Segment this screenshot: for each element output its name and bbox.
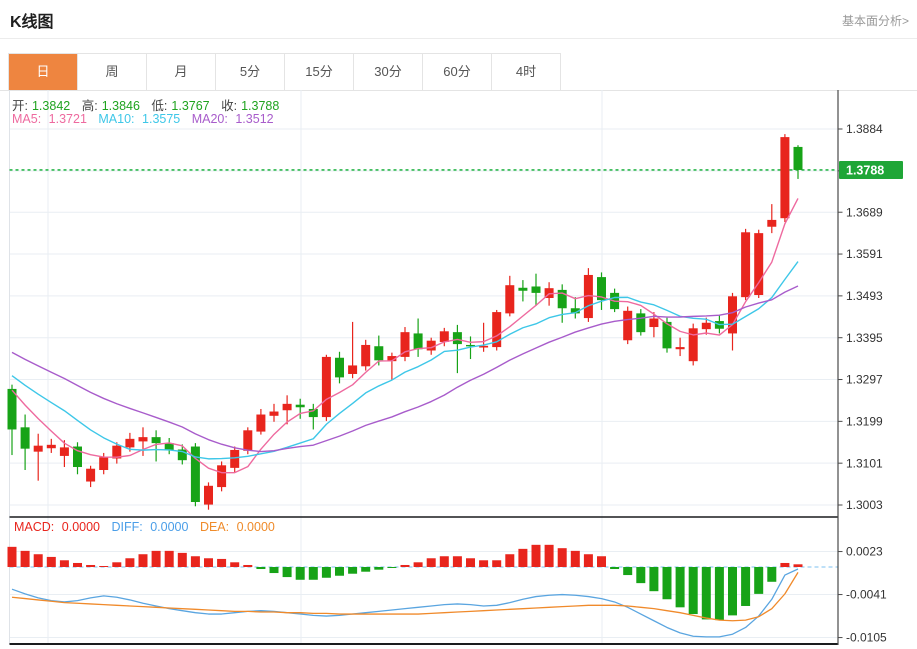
svg-text:1.3297: 1.3297	[846, 373, 883, 387]
macd-label: MACD:	[14, 520, 55, 534]
svg-text:1.3884: 1.3884	[846, 122, 883, 136]
page-title: K线图	[10, 14, 54, 31]
ma20-value: 1.3512	[235, 112, 274, 126]
ma10-value: 1.3575	[142, 112, 181, 126]
period-tab-bar: 日 周 月 5分 15分 30分 60分 4时	[8, 53, 561, 90]
open-label: 开:	[12, 99, 28, 113]
fundamental-analysis-link[interactable]: 基本面分析>	[842, 12, 909, 29]
title-divider	[0, 38, 917, 39]
svg-text:1.3591: 1.3591	[846, 247, 883, 261]
diff-value: 0.0000	[150, 520, 189, 534]
low-value: 1.3767	[171, 99, 210, 113]
svg-text:1.3199: 1.3199	[846, 415, 883, 429]
macd-value: 0.0000	[61, 520, 100, 534]
kline-widget: { "header": { "title": "K线图", "link": "基…	[0, 0, 917, 649]
tab-month[interactable]: 月	[147, 54, 216, 90]
ma20-label: MA20:	[191, 112, 228, 126]
tab-15min[interactable]: 15分	[285, 54, 354, 90]
svg-text:1.3788: 1.3788	[846, 163, 884, 177]
tab-30min[interactable]: 30分	[354, 54, 423, 90]
close-label: 收:	[221, 99, 238, 113]
open-value: 1.3842	[31, 99, 71, 113]
tab-60min[interactable]: 60分	[423, 54, 492, 90]
tab-week[interactable]: 周	[78, 54, 147, 90]
ma5-value: 1.3721	[48, 112, 87, 126]
tab-4hour[interactable]: 4时	[492, 54, 561, 90]
diff-label: DIFF:	[111, 520, 143, 534]
svg-text:-0.0041: -0.0041	[846, 588, 887, 602]
low-label: 低:	[151, 99, 168, 113]
svg-text:1.3689: 1.3689	[846, 205, 883, 219]
tab-day[interactable]: 日	[9, 54, 78, 90]
svg-text:1.3101: 1.3101	[846, 456, 883, 470]
high-label: 高:	[81, 99, 98, 113]
dea-value: 0.0000	[236, 520, 275, 534]
tab-5min[interactable]: 5分	[216, 54, 285, 90]
svg-text:1.3003: 1.3003	[846, 498, 883, 512]
dea-label: DEA:	[199, 520, 230, 534]
high-value: 1.3846	[101, 99, 140, 113]
svg-text:1.3395: 1.3395	[846, 331, 883, 345]
macd-legend: MACD: 0.0000 DIFF: 0.0000 DEA: 0.0000	[14, 520, 283, 534]
ma-legend: MA5: 1.3721 MA10: 1.3575 MA20: 1.3512	[12, 112, 282, 126]
svg-text:-0.0105: -0.0105	[846, 631, 887, 645]
kline-chart-canvas[interactable]: 1.3884 1.3689 1.3591 1.3493 1.3395 1.3297 1.31…	[0, 90, 917, 649]
svg-text:0.0023: 0.0023	[846, 545, 883, 559]
svg-text:1.3493: 1.3493	[846, 289, 883, 303]
ma5-label: MA5:	[12, 112, 42, 126]
close-value: 1.3788	[241, 99, 280, 113]
ma10-label: MA10:	[98, 112, 135, 126]
